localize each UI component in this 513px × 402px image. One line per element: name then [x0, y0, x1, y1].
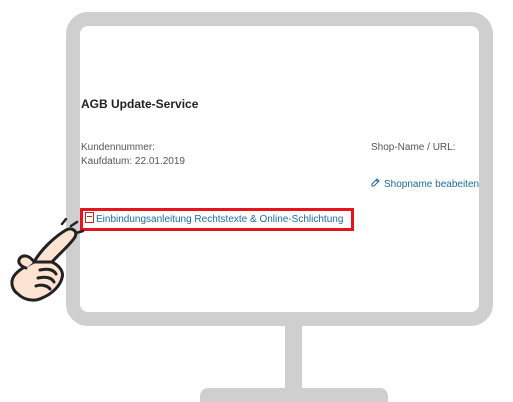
pdf-icon — [85, 212, 94, 223]
pointing-hand-icon — [10, 218, 85, 302]
monitor-screen — [66, 12, 493, 326]
monitor-stand-neck — [285, 325, 302, 395]
customer-number-label: Kundennummer: — [81, 142, 155, 153]
edit-shop-name-link[interactable]: Shopname beabeiten — [371, 178, 479, 190]
edit-shop-name-label: Shopname beabeiten — [384, 179, 480, 190]
purchase-date-label: Kaufdatum: 22.01.2019 — [81, 156, 185, 167]
edit-icon — [371, 178, 380, 190]
integration-guide-link[interactable]: Einbindungsanleitung Rechtstexte & Onlin… — [80, 208, 354, 231]
shop-name-label: Shop-Name / URL: — [371, 142, 456, 153]
tutorial-illustration: AGB Update-Service Kundennummer: Kaufdat… — [0, 0, 513, 402]
integration-guide-label: Einbindungsanleitung Rechtstexte & Onlin… — [96, 214, 344, 225]
page-title: AGB Update-Service — [81, 97, 199, 111]
monitor-stand-base — [200, 388, 388, 402]
